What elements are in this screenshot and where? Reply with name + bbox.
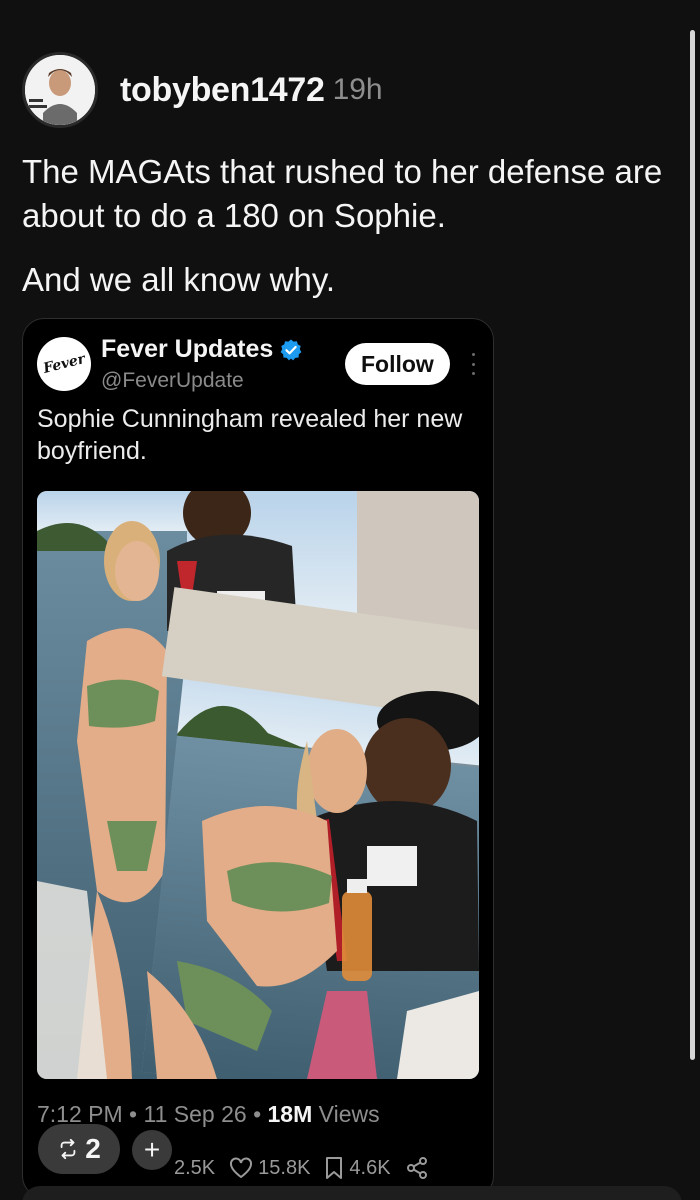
embed-stats: 2.5K 15.8K 4.6K (174, 1156, 448, 1180)
share-icon (406, 1157, 427, 1179)
verified-badge-icon (280, 339, 302, 360)
repost-icon (60, 1138, 76, 1160)
fever-logo-text: Fever (41, 351, 87, 377)
bookmark-count: 4.6K (349, 1156, 391, 1179)
fever-logo[interactable]: Fever (37, 337, 91, 391)
avatar-image (25, 55, 95, 125)
post-header: tobyben1472 19h (22, 52, 383, 128)
repost-button[interactable]: 2 (38, 1124, 120, 1174)
bookmark-stat[interactable]: 4.6K (324, 1156, 391, 1180)
username[interactable]: tobyben1472 (120, 71, 325, 110)
post-text-line: The MAGAts that rushed to her defense ar… (22, 153, 663, 234)
share-stat[interactable] (405, 1156, 434, 1180)
repost-count: 2 (85, 1133, 101, 1164)
add-button[interactable]: + (132, 1130, 172, 1170)
embed-account-handle[interactable]: @FeverUpdate (101, 369, 244, 393)
post-text-line: And we all know why. (22, 261, 336, 298)
user-avatar[interactable] (22, 52, 98, 128)
embed-account-name[interactable]: Fever Updates (101, 335, 303, 364)
post-timestamp: 19h (332, 73, 383, 106)
bottom-bar (22, 1186, 682, 1200)
embed-account-name-text: Fever Updates (101, 335, 274, 363)
follow-button[interactable]: Follow (345, 343, 450, 385)
like-count: 15.8K (258, 1156, 311, 1179)
retweet-count: 2.5K (174, 1156, 216, 1179)
scrollbar[interactable] (690, 30, 695, 1060)
couple-photo-image (37, 491, 479, 1079)
embed-tweet-text: Sophie Cunningham revealed her new boyfr… (37, 405, 463, 465)
embed-header: Fever Fever Updates @FeverUpdate Follow (37, 335, 487, 395)
post-body: The MAGAts that rushed to her defense ar… (22, 150, 692, 322)
action-overlay: 2 + 2.5K 15.8K 4.6K (22, 1018, 502, 1198)
like-stat[interactable]: 15.8K (229, 1157, 310, 1180)
bookmark-icon (326, 1157, 343, 1179)
more-options-icon[interactable] (470, 353, 476, 375)
retweet-stat[interactable]: 2.5K (174, 1157, 215, 1180)
tweet-photo[interactable] (37, 491, 479, 1079)
heart-icon (230, 1157, 253, 1179)
